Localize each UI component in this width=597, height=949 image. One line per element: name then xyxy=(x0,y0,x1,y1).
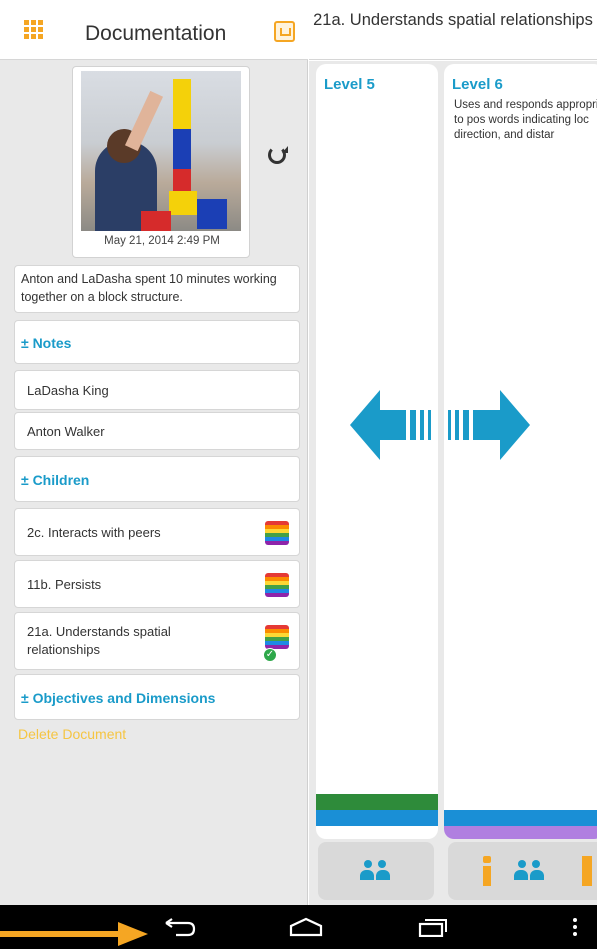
level-5-actions xyxy=(318,842,434,900)
people-icon[interactable] xyxy=(514,860,546,884)
photo-card[interactable]: May 21, 2014 2:49 PM xyxy=(72,66,250,258)
double-arrow-icon xyxy=(350,390,530,460)
back-icon[interactable] xyxy=(162,917,196,937)
documentation-panel: Documentation May 21, 2014 2:49 PM Anton… xyxy=(0,0,308,905)
photo-timestamp: May 21, 2014 2:49 PM xyxy=(104,235,220,247)
child-objective-label: 11b. Persists xyxy=(27,577,102,592)
level-color-bar xyxy=(316,810,438,826)
delete-document-link[interactable]: Delete Document xyxy=(18,726,126,742)
grid-icon[interactable] xyxy=(24,20,44,40)
children-header[interactable]: ± Children xyxy=(14,456,300,502)
description-text[interactable]: Anton and LaDasha spent 10 minutes worki… xyxy=(14,265,300,313)
level-color-bar xyxy=(316,794,438,810)
people-icon[interactable] xyxy=(360,860,392,884)
share-icon[interactable] xyxy=(274,21,295,42)
check-icon: ✓ xyxy=(263,648,277,662)
level-title: Level 5 xyxy=(324,76,375,93)
rainbow-icon[interactable] xyxy=(265,573,289,597)
child-objective-item[interactable]: 21a. Understands spatial relationships ✓ xyxy=(14,612,300,670)
documentation-photo[interactable] xyxy=(81,71,241,231)
recent-apps-icon[interactable] xyxy=(418,917,448,937)
level-6-actions xyxy=(448,842,597,900)
rainbow-icon[interactable] xyxy=(265,521,289,545)
objective-title: 21a. Understands spatial relationships xyxy=(309,0,597,60)
child-objective-item[interactable]: 11b. Persists xyxy=(14,560,300,608)
info-icon[interactable] xyxy=(480,856,494,886)
home-icon[interactable] xyxy=(288,917,324,937)
notes-header[interactable]: ± Notes xyxy=(14,320,300,364)
pointer-arrow-icon xyxy=(0,922,148,946)
note-item[interactable]: LaDasha King xyxy=(14,370,300,410)
objectives-header[interactable]: ± Objectives and Dimensions xyxy=(14,674,300,720)
level-description: Uses and responds appropriately to pos w… xyxy=(454,99,597,141)
child-objective-label: 21a. Understands spatial relationships xyxy=(27,624,171,657)
child-objective-item[interactable]: 2c. Interacts with peers xyxy=(14,508,300,556)
level-color-bar xyxy=(444,826,597,839)
page-title: Documentation xyxy=(85,22,227,45)
level-color-bar xyxy=(444,810,597,826)
level-title: Level 6 xyxy=(452,76,503,93)
bookmark-icon[interactable] xyxy=(582,856,592,886)
note-item[interactable]: Anton Walker xyxy=(14,412,300,450)
documentation-header: Documentation xyxy=(0,0,308,60)
rainbow-icon[interactable] xyxy=(265,625,289,649)
rotate-icon[interactable] xyxy=(268,146,288,164)
menu-icon[interactable] xyxy=(572,917,578,937)
child-objective-label: 2c. Interacts with peers xyxy=(27,525,161,540)
